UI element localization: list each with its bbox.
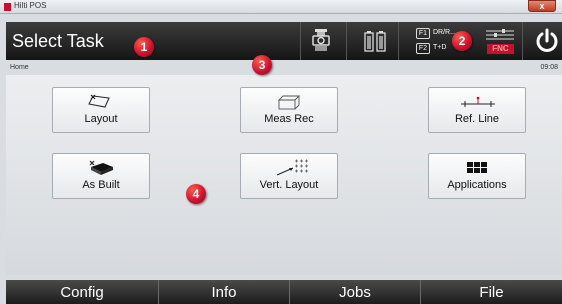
- task-ref-line-button[interactable]: Ref. Line: [428, 87, 526, 133]
- task-meas-rec-button[interactable]: Meas Rec: [240, 87, 338, 133]
- task-label: Meas Rec: [264, 113, 314, 125]
- window-titlebar: Hilti POS x: [0, 0, 562, 14]
- task-vert-layout-button[interactable]: Vert. Layout: [240, 153, 338, 199]
- settings-sliders-icon: [486, 29, 514, 40]
- task-label: Applications: [447, 179, 507, 191]
- breadcrumb-bar: Home 09:08: [6, 63, 562, 74]
- layout-icon: [88, 94, 110, 108]
- nav-file-button[interactable]: File: [421, 280, 562, 304]
- task-applications-button[interactable]: Applications: [428, 153, 526, 199]
- task-label: As Built: [82, 179, 120, 191]
- meas-rec-icon: [277, 95, 301, 110]
- task-label: Vert. Layout: [259, 179, 319, 191]
- task-as-built-button[interactable]: As Built: [52, 153, 150, 199]
- f2-key[interactable]: F2: [416, 43, 430, 54]
- vert-layout-icon: [276, 159, 308, 176]
- window-close-button[interactable]: x: [528, 0, 556, 12]
- header-divider: [346, 22, 347, 60]
- breadcrumb: Home: [10, 64, 29, 71]
- task-layout-button[interactable]: Layout: [52, 87, 150, 133]
- f2-label: T+D: [433, 44, 447, 51]
- callout-4: 4: [186, 184, 206, 204]
- fnc-button[interactable]: FNC: [487, 44, 514, 54]
- header-divider: [300, 22, 301, 60]
- page-title: Select Task: [12, 31, 104, 51]
- battery-icon: [364, 31, 388, 58]
- header-divider: [522, 22, 523, 60]
- callout-2: 2: [452, 31, 472, 51]
- clock: 09:08: [540, 64, 558, 71]
- callout-3: 3: [252, 55, 272, 75]
- instrument-icon[interactable]: [312, 28, 330, 59]
- app-header: Select Task F1 DR/R... F2 T+D FNC: [6, 22, 562, 60]
- app-icon: [4, 3, 11, 11]
- applications-icon: [467, 162, 487, 173]
- nav-config-button[interactable]: Config: [6, 280, 159, 304]
- ref-line-icon: [461, 96, 495, 107]
- task-label: Ref. Line: [454, 113, 500, 125]
- bottom-nav: Config Info Jobs File: [6, 280, 562, 304]
- f1-key[interactable]: F1: [416, 28, 430, 39]
- app-window: Hilti POS x Select Task F1 DR/R... F2 T+…: [0, 0, 562, 304]
- power-icon[interactable]: [534, 28, 560, 54]
- task-panel: Layout Meas Rec Ref. Line As Built Vert.…: [6, 75, 562, 275]
- nav-info-button[interactable]: Info: [159, 280, 290, 304]
- header-divider: [398, 22, 399, 60]
- nav-jobs-button[interactable]: Jobs: [290, 280, 421, 304]
- task-label: Layout: [84, 113, 118, 125]
- callout-1: 1: [134, 37, 154, 57]
- as-built-icon: [89, 160, 113, 175]
- window-title: Hilti POS: [14, 1, 47, 10]
